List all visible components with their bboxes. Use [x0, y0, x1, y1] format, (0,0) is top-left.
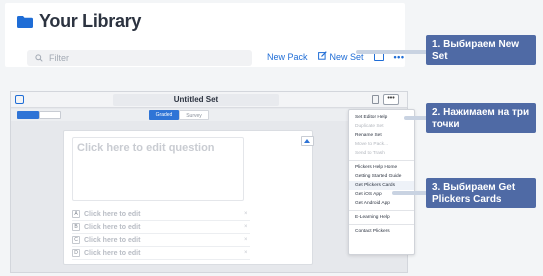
trash-icon[interactable] — [372, 95, 379, 104]
survey-toggle[interactable]: Survey — [179, 110, 209, 120]
answer-row[interactable]: A Click here to edit × — [72, 208, 250, 221]
set-editor: Untitled Set ••• Graded Survey Click her… — [10, 91, 415, 273]
callout-step-1: 1. Выбираем New Set — [426, 35, 536, 65]
library-panel: Your Library New Pack New Set ••• — [5, 3, 405, 67]
library-header: Your Library — [17, 11, 141, 32]
menu-item-elearning-help[interactable]: E-Learning Help — [349, 213, 414, 222]
remove-icon[interactable]: × — [244, 224, 250, 230]
filter-field[interactable] — [27, 50, 252, 66]
answer-text[interactable]: Click here to edit — [84, 211, 244, 218]
answer-text[interactable]: Click here to edit — [84, 250, 244, 257]
menu-item-duplicate-set[interactable]: Duplicate Set — [349, 122, 414, 131]
answer-text[interactable]: Click here to edit — [84, 224, 244, 231]
menu-item-get-android-app[interactable]: Get Android App — [349, 199, 414, 208]
image-icon[interactable] — [301, 136, 314, 146]
filter-input[interactable] — [49, 53, 239, 63]
arrow-1 — [356, 50, 428, 54]
grid-view-button[interactable] — [17, 111, 39, 119]
set-title[interactable]: Untitled Set — [113, 94, 279, 106]
callout-step-3: 3. Выбираем Get Plickers Cards — [426, 178, 536, 208]
answer-row[interactable]: C Click here to edit × — [72, 234, 250, 247]
menu-divider — [349, 224, 414, 225]
search-icon — [35, 49, 43, 67]
more-menu: Set Editor Help Duplicate Set Rename Set… — [348, 109, 415, 255]
question-field[interactable]: Click here to edit question — [72, 137, 244, 201]
question-card: Click here to edit question A Click here… — [63, 130, 313, 265]
answer-letter[interactable]: D — [72, 249, 80, 257]
arrow-3 — [392, 191, 428, 195]
answer-letter[interactable]: B — [72, 223, 80, 231]
arrow-2 — [404, 116, 428, 120]
callout-step-2: 2. Нажимаем на три точки — [426, 103, 536, 133]
answer-row[interactable]: D Click here to edit × — [72, 247, 250, 260]
edit-icon — [317, 51, 327, 62]
remove-icon[interactable]: × — [244, 237, 250, 243]
home-icon[interactable] — [15, 95, 24, 104]
list-view-button[interactable] — [39, 111, 61, 119]
new-pack-button[interactable]: New Pack — [267, 52, 308, 62]
menu-item-rename-set[interactable]: Rename Set — [349, 131, 414, 140]
answer-row[interactable]: B Click here to edit × — [72, 221, 250, 234]
editor-topbar: Untitled Set ••• — [11, 92, 407, 108]
menu-divider — [349, 160, 414, 161]
page-title: Your Library — [39, 11, 142, 31]
menu-item-get-plickers-cards[interactable]: Get Plickers Cards — [349, 181, 414, 190]
answer-letter[interactable]: C — [72, 236, 80, 244]
menu-item-getting-started[interactable]: Getting Started Guide — [349, 172, 414, 181]
answer-text[interactable]: Click here to edit — [84, 237, 244, 244]
remove-icon[interactable]: × — [244, 211, 250, 217]
folder-icon — [17, 15, 33, 28]
menu-item-contact[interactable]: Contact Plickers — [349, 227, 414, 236]
menu-item-help-home[interactable]: Plickers Help Home — [349, 163, 414, 172]
tutorial-screenshot: Your Library New Pack New Set ••• Untitl… — [0, 0, 543, 276]
question-placeholder: Click here to edit question — [77, 142, 215, 154]
answer-list: A Click here to edit × B Click here to e… — [72, 208, 250, 260]
graded-toggle[interactable]: Graded — [149, 110, 179, 120]
menu-divider — [349, 210, 414, 211]
menu-item-send-to-trash[interactable]: Send to Trash — [349, 149, 414, 158]
answer-letter[interactable]: A — [72, 210, 80, 218]
more-button[interactable]: ••• — [383, 94, 399, 105]
menu-item-move-to-pack[interactable]: Move to Pack... — [349, 140, 414, 149]
remove-icon[interactable]: × — [244, 250, 250, 256]
